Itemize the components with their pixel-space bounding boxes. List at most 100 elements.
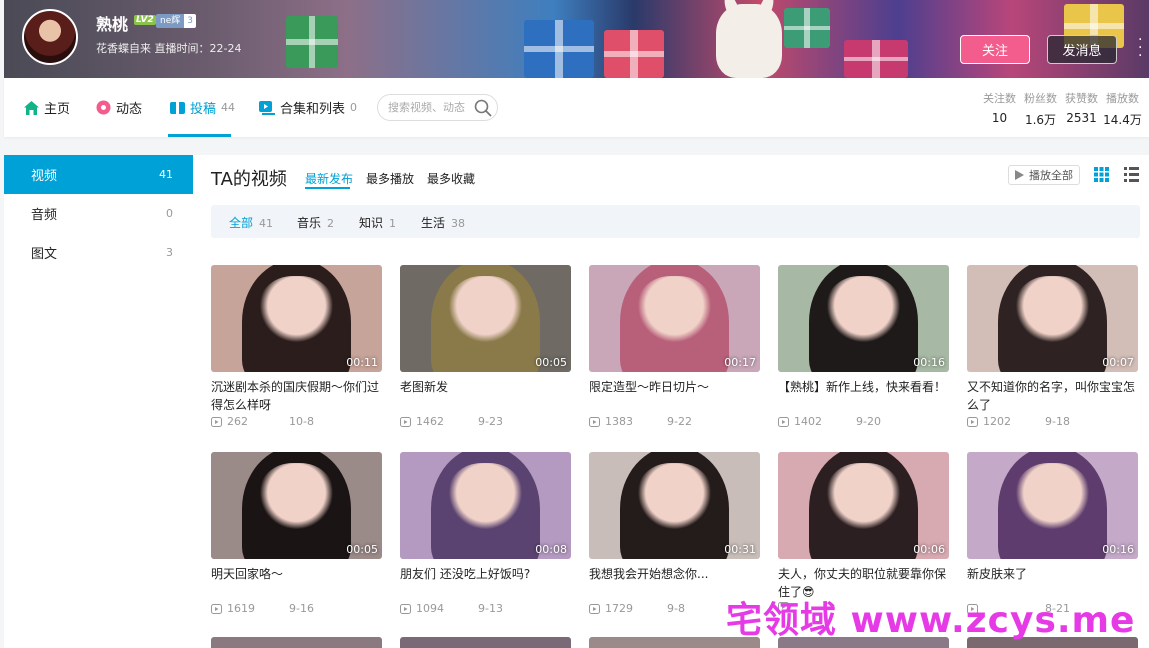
home-icon <box>24 100 39 115</box>
play-count-icon <box>400 603 411 614</box>
play-count-icon <box>400 416 411 427</box>
filter-life[interactable]: 生活 38 <box>421 214 465 231</box>
tab-home[interactable]: 主页 <box>24 98 70 117</box>
video-card[interactable]: 00:08 朋友们 还没吃上好饭吗? 1094 9-13 <box>400 452 571 615</box>
thumbnail-face <box>825 462 902 530</box>
collections-icon <box>259 100 275 115</box>
content-type-sidebar: 视频 41 音频 0 图文 3 <box>4 155 193 648</box>
video-card[interactable]: 00:05 老图新发 1462 9-23 <box>400 265 571 428</box>
video-duration: 00:06 <box>913 543 945 556</box>
tab-uploads[interactable]: 投稿 44 <box>170 98 235 117</box>
video-duration: 00:16 <box>1102 543 1134 556</box>
video-thumbnail[interactable]: 00:06 <box>778 452 949 559</box>
video-duration: 00:16 <box>913 356 945 369</box>
filter-all[interactable]: 全部 41 <box>229 214 273 231</box>
tab-home-label: 主页 <box>44 102 71 117</box>
video-thumbnail[interactable]: 00:31 <box>589 452 760 559</box>
filter-count: 38 <box>451 217 466 230</box>
stat-fans[interactable]: 粉丝数 1.6万 <box>1020 90 1061 128</box>
fan-medal-name: ne辉 <box>156 14 185 28</box>
banner-bunny-illustration <box>716 4 782 78</box>
user-name: 熟桃 <box>96 15 129 34</box>
play-all-button[interactable]: 播放全部 <box>1008 165 1080 185</box>
sidebar-item-audio[interactable]: 音频 0 <box>4 194 193 233</box>
sidebar-item-count: 3 <box>166 246 173 259</box>
video-card[interactable]: 00:11 沉迷剧本杀的国庆假期～你们过得怎么样呀 262 10-8 <box>211 265 382 428</box>
video-date: 9-23 <box>478 415 503 428</box>
tab-collections-count: 0 <box>350 101 358 114</box>
search-icon[interactable] <box>474 99 492 117</box>
video-thumbnail[interactable]: 00:05 <box>400 265 571 372</box>
video-card[interactable]: 00:07 又不知道你的名字，叫你宝宝怎么了 1202 9-18 <box>967 265 1138 428</box>
active-tab-indicator <box>168 134 231 137</box>
video-card[interactable]: 00:16 【熟桃】新作上线，快来看看！ 1402 9-20 <box>778 265 949 428</box>
stat-following[interactable]: 关注数 10 <box>979 90 1020 128</box>
thumbnail-face <box>825 275 902 343</box>
video-title[interactable]: 老图新发 <box>400 378 571 414</box>
video-thumbnail[interactable]: 00:08 <box>400 452 571 559</box>
video-duration: 00:08 <box>535 543 567 556</box>
video-thumbnail-partial[interactable] <box>400 637 571 648</box>
grid-view-icon[interactable] <box>1094 167 1109 182</box>
video-thumbnail[interactable]: 00:07 <box>967 265 1138 372</box>
uploads-icon <box>170 100 185 115</box>
video-card[interactable]: 00:05 明天回家咯～ 1619 9-16 <box>211 452 382 615</box>
stat-label: 播放数 <box>1106 92 1139 105</box>
thumbnail-face <box>447 275 524 343</box>
banner-gift-decoration <box>604 30 664 78</box>
sort-most-favorited[interactable]: 最多收藏 <box>427 170 475 187</box>
follow-button[interactable]: 关注 <box>960 35 1030 64</box>
sort-latest[interactable]: 最新发布 <box>305 170 353 187</box>
video-thumbnail-partial[interactable] <box>211 637 382 648</box>
video-play-count: 1619 <box>227 602 255 615</box>
search-input[interactable] <box>388 101 474 114</box>
video-card[interactable]: 00:17 限定造型～昨日切片～ 1383 9-22 <box>589 265 760 428</box>
sidebar-item-label: 图文 <box>31 247 58 262</box>
video-title[interactable]: 【熟桃】新作上线，快来看看！ <box>778 378 949 414</box>
video-thumbnail[interactable]: 00:11 <box>211 265 382 372</box>
video-title[interactable]: 朋友们 还没吃上好饭吗? <box>400 565 571 601</box>
video-title[interactable]: 限定造型～昨日切片～ <box>589 378 760 414</box>
play-icon <box>1015 170 1024 180</box>
video-title[interactable]: 明天回家咯～ <box>211 565 382 601</box>
more-options-icon[interactable]: · · · <box>1138 33 1142 63</box>
video-thumbnail[interactable]: 00:05 <box>211 452 382 559</box>
filter-music[interactable]: 音乐 2 <box>297 214 334 231</box>
sidebar-item-video[interactable]: 视频 41 <box>4 155 193 194</box>
video-meta: 262 10-8 <box>211 415 382 428</box>
tab-dynamic[interactable]: 动态 <box>96 98 142 117</box>
video-date: 9-8 <box>667 602 685 615</box>
stat-label: 粉丝数 <box>1024 92 1057 105</box>
sort-most-played[interactable]: 最多播放 <box>366 170 414 187</box>
play-count-icon <box>589 416 600 427</box>
user-sign: 花香蝶自来 直播时间：22-24 <box>96 42 242 55</box>
video-play-count: 1462 <box>416 415 444 428</box>
video-title[interactable]: 沉迷剧本杀的国庆假期～你们过得怎么样呀 <box>211 378 382 414</box>
list-view-icon[interactable] <box>1124 167 1139 182</box>
video-thumbnail[interactable]: 00:16 <box>967 452 1138 559</box>
stat-label: 获赞数 <box>1065 92 1098 105</box>
video-card[interactable]: 00:06 夫人，你丈夫的职位就要靠你保住了😎 <box>778 452 949 612</box>
user-level-badge: LV2 <box>134 15 156 25</box>
sidebar-item-article[interactable]: 图文 3 <box>4 233 193 272</box>
video-title[interactable]: 又不知道你的名字，叫你宝宝怎么了 <box>967 378 1138 414</box>
video-play-count: 1094 <box>416 602 444 615</box>
avatar[interactable] <box>22 9 78 65</box>
video-play-count: 1202 <box>983 415 1011 428</box>
play-all-label: 播放全部 <box>1029 169 1073 182</box>
video-thumbnail[interactable]: 00:16 <box>778 265 949 372</box>
tab-collections-label: 合集和列表 <box>280 102 346 117</box>
video-play-count: 1402 <box>794 415 822 428</box>
play-count-icon <box>211 603 222 614</box>
video-play-count: 1383 <box>605 415 633 428</box>
filter-knowledge[interactable]: 知识 1 <box>359 214 396 231</box>
filter-count: 1 <box>389 217 397 230</box>
sidebar-item-count: 0 <box>166 207 173 220</box>
search-box[interactable] <box>377 94 498 121</box>
thumbnail-face <box>636 275 713 343</box>
video-thumbnail[interactable]: 00:17 <box>589 265 760 372</box>
tab-collections[interactable]: 合集和列表 0 <box>259 98 357 117</box>
video-meta: 1383 9-22 <box>589 415 760 428</box>
video-duration: 00:31 <box>724 543 756 556</box>
send-message-button[interactable]: 发消息 <box>1047 35 1117 64</box>
